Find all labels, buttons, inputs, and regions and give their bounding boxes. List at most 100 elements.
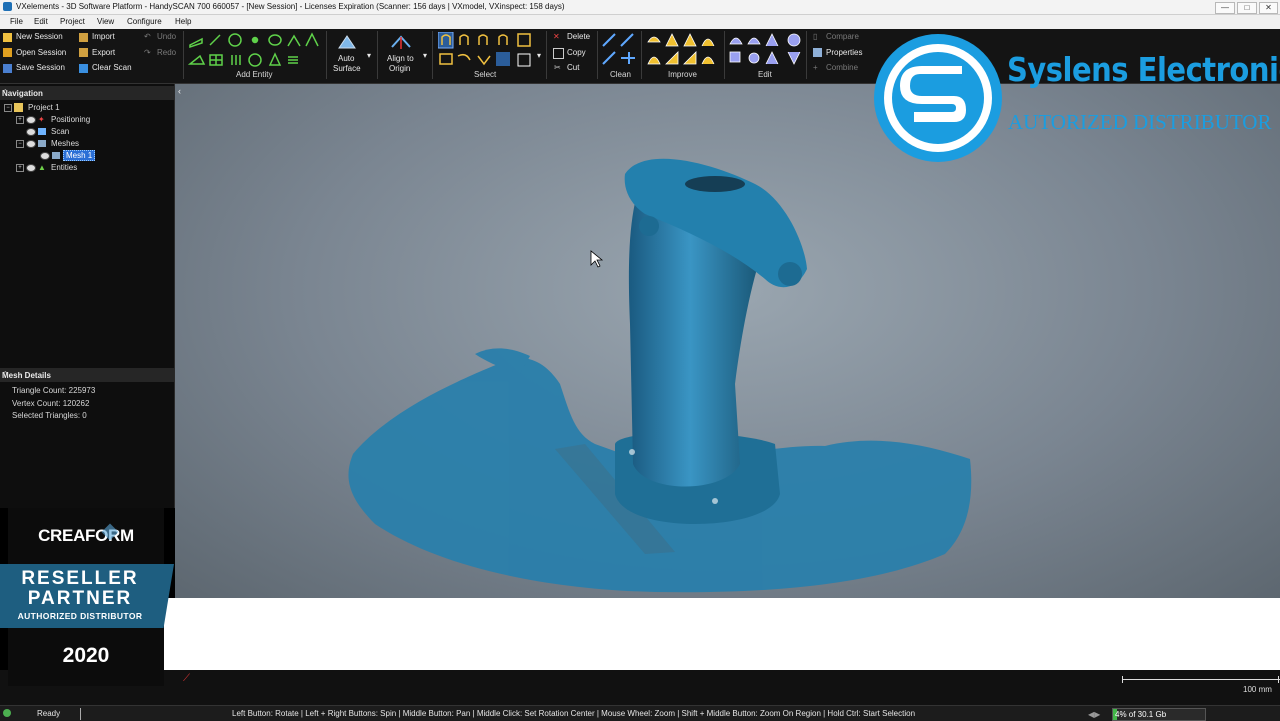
- minimize-button[interactable]: —: [1215, 2, 1235, 14]
- auto-surface-icon: [338, 35, 356, 49]
- project-icon: [14, 103, 23, 112]
- brand-name: Syslens Electronics: [1007, 50, 1280, 90]
- invert-selection-icon: [517, 53, 531, 67]
- mesh-details-header: Mesh Details ⌃: [0, 368, 174, 382]
- menu-configure[interactable]: Configure: [127, 17, 162, 26]
- eye-icon[interactable]: [26, 164, 36, 172]
- export-button[interactable]: Export: [92, 48, 115, 57]
- cylinder-icon: [268, 52, 282, 66]
- auto-surface-button[interactable]: Surface: [333, 64, 361, 73]
- refine-icon: [701, 38, 715, 47]
- ribbon-separator: [806, 31, 807, 79]
- axis-indicator-icon: ⟋: [183, 673, 190, 684]
- tree-mesh-1[interactable]: Mesh 1: [30, 150, 166, 162]
- tree-scan[interactable]: Scan: [16, 126, 166, 138]
- polyline-icon: [287, 34, 301, 47]
- expand-icon[interactable]: +: [16, 116, 24, 124]
- combine-button[interactable]: Combine: [826, 63, 858, 72]
- clear-scan-button[interactable]: Clear Scan: [92, 63, 132, 72]
- collapse-tree-icon[interactable]: −: [16, 140, 24, 148]
- undo-button[interactable]: Undo: [157, 32, 176, 41]
- collapse-icon[interactable]: ⌃: [2, 370, 168, 379]
- add-entity-icons[interactable]: [188, 31, 324, 69]
- select-connected-icon: [498, 34, 508, 45]
- scale-bar: [1122, 679, 1280, 680]
- save-session-button[interactable]: Save Session: [16, 63, 65, 72]
- save-icon: [3, 64, 12, 73]
- tree-meshes[interactable]: − Meshes: [16, 138, 166, 150]
- redo-button[interactable]: Redo: [157, 48, 176, 57]
- improve-label: Improve: [668, 70, 697, 79]
- mouse-cursor-icon: [590, 250, 604, 268]
- relax-icon: [701, 56, 715, 65]
- align-dropdown-icon[interactable]: ▾: [423, 51, 427, 60]
- project-label: Project 1: [28, 103, 60, 112]
- select-dropdown-icon[interactable]: ▾: [537, 51, 541, 60]
- redo-icon: ↷: [144, 48, 151, 57]
- eye-icon[interactable]: [26, 140, 36, 148]
- tree-positioning[interactable]: + ✦ Positioning: [16, 114, 166, 126]
- vertex-count: Vertex Count: 120262: [12, 399, 90, 408]
- menu-view[interactable]: View: [97, 17, 114, 26]
- remove-icon: [621, 52, 635, 64]
- new-session-button[interactable]: New Session: [16, 32, 63, 41]
- improve-tools[interactable]: [646, 32, 722, 68]
- align-to-origin-button[interactable]: Origin: [389, 64, 410, 73]
- boolean-icon: [765, 33, 779, 47]
- edit-tools[interactable]: [728, 32, 804, 68]
- clean-tools[interactable]: [601, 32, 639, 68]
- ellipse-icon: [268, 34, 282, 46]
- eye-icon[interactable]: [40, 152, 50, 160]
- import-icon: [79, 33, 88, 42]
- maximize-button[interactable]: □: [1237, 2, 1257, 14]
- ribbon-separator: [377, 31, 378, 79]
- copy-button[interactable]: Copy: [567, 48, 586, 57]
- auto-surface-dropdown-icon[interactable]: ▾: [367, 51, 371, 60]
- memory-bar: 4% of 30.1 Gb: [1112, 708, 1206, 721]
- auto-surface-line1[interactable]: Auto: [338, 54, 354, 63]
- clear-scan-icon: [79, 64, 88, 73]
- mesh-details-panel: Mesh Details ⌃ Triangle Count: 225973 Ve…: [0, 366, 175, 508]
- import-button[interactable]: Import: [92, 32, 115, 41]
- cone-icon: [305, 32, 319, 47]
- delete-button[interactable]: Delete: [567, 32, 590, 41]
- properties-icon: [813, 48, 822, 57]
- align-to-line1[interactable]: Align to: [387, 54, 414, 63]
- close-button[interactable]: ✕: [1259, 2, 1278, 14]
- eye-icon[interactable]: [26, 116, 36, 124]
- open-folder-icon: [3, 48, 12, 57]
- mesh-1-label: Mesh 1: [63, 150, 96, 161]
- collapse-icon[interactable]: ⌃: [2, 88, 168, 97]
- eye-icon[interactable]: [26, 128, 36, 136]
- scale-tick: [1278, 676, 1279, 683]
- collapse-tree-icon[interactable]: −: [4, 104, 12, 112]
- optimize-icon: [683, 33, 697, 47]
- clean-label: Clean: [610, 70, 631, 79]
- menu-edit[interactable]: Edit: [34, 17, 48, 26]
- extend-icon: [729, 37, 743, 45]
- reseller-text: RESELLER: [21, 568, 139, 589]
- expand-icon[interactable]: +: [16, 164, 24, 172]
- tree-entities[interactable]: + ▲ Entities: [16, 162, 166, 174]
- selected-triangles: Selected Triangles: 0: [12, 411, 87, 420]
- ribbon-separator: [546, 31, 547, 79]
- combine-icon: +: [813, 63, 818, 72]
- compare-button[interactable]: Compare: [826, 32, 859, 41]
- menu-project[interactable]: Project: [60, 17, 85, 26]
- point-icon: [251, 36, 259, 44]
- positioning-icon: ✦: [38, 115, 45, 124]
- select-through-icon: [459, 34, 469, 45]
- tree-project[interactable]: − Project 1: [4, 102, 164, 114]
- navigation-panel: Navigation ⌃ − Project 1 + ✦ Positioning…: [0, 84, 175, 366]
- select-freeform-icon: [477, 55, 491, 66]
- select-tools[interactable]: [438, 32, 546, 70]
- cut-button[interactable]: Cut: [567, 63, 579, 72]
- menu-file[interactable]: File: [10, 17, 23, 26]
- plane-icon: [189, 37, 203, 49]
- properties-button[interactable]: Properties: [826, 48, 862, 57]
- select-layer-icon: [496, 52, 510, 66]
- app-icon: [3, 2, 12, 11]
- menu-help[interactable]: Help: [175, 17, 191, 26]
- scale-tick: [1122, 676, 1123, 683]
- open-session-button[interactable]: Open Session: [16, 48, 66, 57]
